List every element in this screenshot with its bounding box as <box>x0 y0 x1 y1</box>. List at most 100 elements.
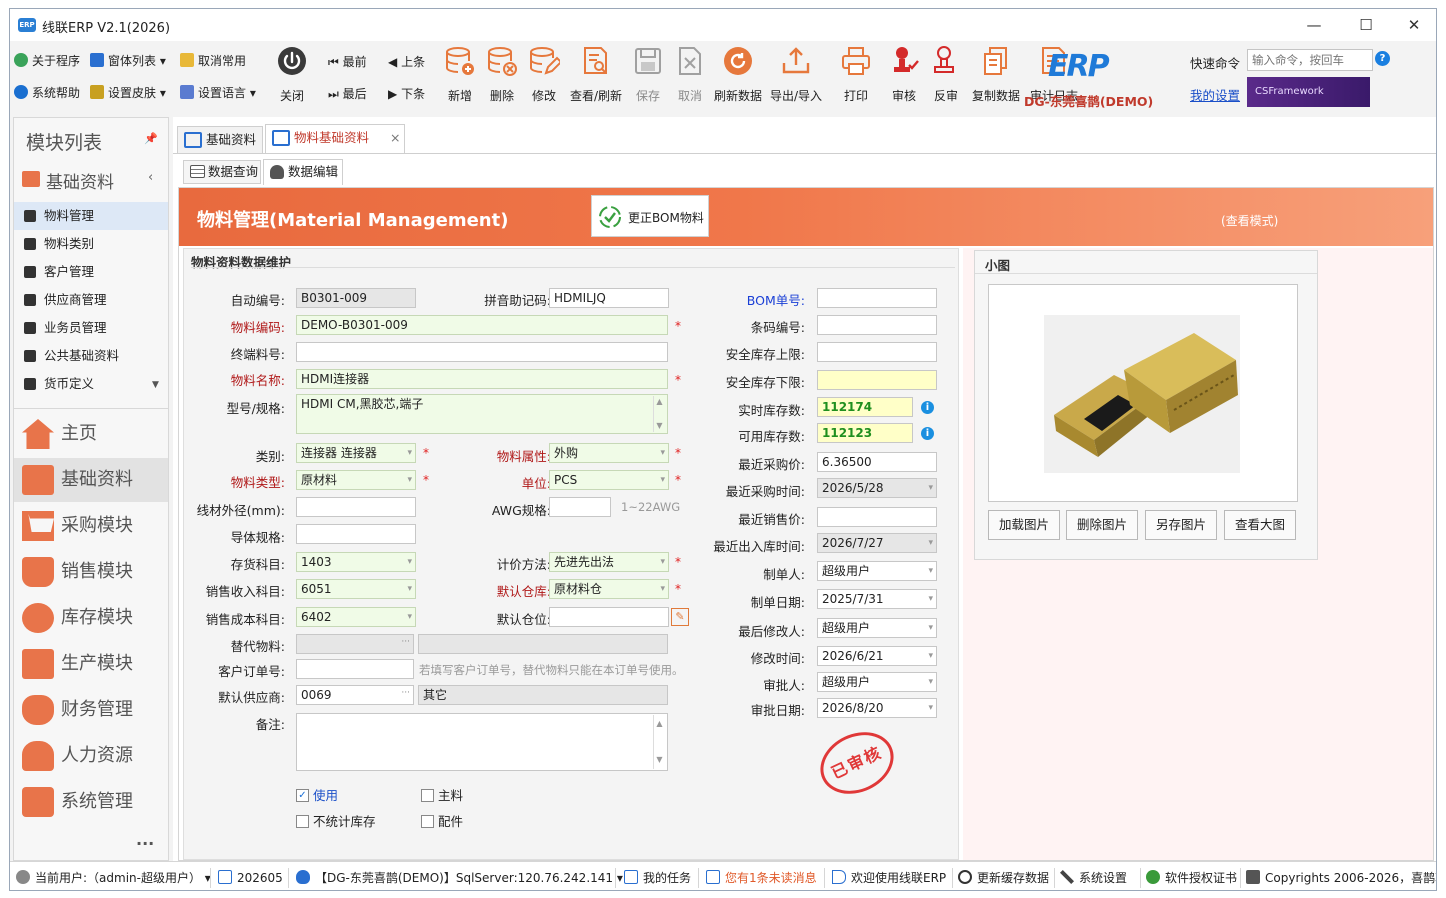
material-name-field[interactable]: HDMI连接器 <box>296 369 668 389</box>
bom-no-field[interactable] <box>817 288 937 308</box>
substitute-field[interactable] <box>296 634 414 654</box>
material-code-field[interactable]: DEMO-B0301-009 <box>296 315 668 335</box>
fix-bom-button[interactable]: 更正BOM物料 <box>591 195 709 237</box>
material-type-select[interactable]: 原材料 <box>296 470 416 490</box>
copy-data-button[interactable]: 复制数据 <box>972 45 1020 109</box>
default-warehouse-select[interactable]: 原材料仓 <box>549 579 669 599</box>
spec-scrollbar[interactable]: ▲ ▼ <box>653 396 665 432</box>
terminal-no-field[interactable] <box>296 342 668 362</box>
auto-no-field[interactable]: B0301-009 <box>296 288 416 308</box>
material-attr-select[interactable]: 外购 <box>549 443 669 463</box>
quick-command-input[interactable] <box>1247 49 1373 71</box>
prev-record-button[interactable]: ◀ 上条 <box>388 51 425 73</box>
sidebar-main-sales[interactable]: 销售模块 <box>14 550 168 594</box>
approve-date-field[interactable]: 2026/8/20 <box>817 698 937 718</box>
last-record-button[interactable]: ⏭ 最后 <box>328 83 367 105</box>
my-settings-link[interactable]: 我的设置 <box>1190 85 1240 104</box>
unit-select[interactable]: PCS <box>549 470 669 490</box>
tab-basic-data[interactable]: 基础资料 <box>177 126 263 154</box>
first-record-button[interactable]: ⏮ 最前 <box>328 51 367 73</box>
last-sale-price-field[interactable] <box>817 507 937 527</box>
creator-field[interactable]: 超级用户 <box>817 561 937 581</box>
sidebar-main-inventory[interactable]: 库存模块 <box>14 596 168 640</box>
sidebar-main-basic[interactable]: 基础资料 <box>14 458 168 502</box>
awg-field[interactable] <box>549 497 611 517</box>
close-window-button[interactable]: ✕ <box>1392 13 1436 37</box>
delete-image-button[interactable]: 删除图片 <box>1066 510 1138 540</box>
view-large-image-button[interactable]: 查看大图 <box>1224 510 1296 540</box>
system-settings-button[interactable]: 系统设置 <box>1060 869 1127 887</box>
tab-close-icon[interactable]: × <box>390 125 400 151</box>
last-purchase-time-field[interactable]: 2026/5/28 <box>817 478 937 498</box>
minimize-button[interactable]: — <box>1292 13 1336 37</box>
help-circle-icon[interactable]: ? <box>1375 51 1390 66</box>
tab-data-edit[interactable]: 数据编辑 <box>263 159 343 185</box>
sidebar-main-system[interactable]: 系统管理 <box>14 780 168 824</box>
available-stock-field[interactable]: 112123 <box>817 423 913 443</box>
main-material-checkbox[interactable]: 主料 <box>421 788 463 804</box>
sidebar-item-customer[interactable]: 客户管理 <box>14 258 168 286</box>
safe-stock-max-field[interactable] <box>817 342 937 362</box>
license-button[interactable]: 软件授权证书 <box>1146 869 1237 887</box>
sidebar-item-supplier[interactable]: 供应商管理 <box>14 286 168 314</box>
use-checkbox[interactable]: ✓ 使用 <box>296 788 338 804</box>
cancel-common-button[interactable]: 取消常用 <box>180 50 246 72</box>
sales-income-select[interactable]: 6051 <box>296 579 416 599</box>
refresh-data-button[interactable]: 刷新数据 <box>714 45 762 109</box>
last-io-time-field[interactable]: 2026/7/27 <box>817 533 937 553</box>
unread-messages[interactable]: 您有1条未读消息 <box>706 869 817 887</box>
default-supplier-field[interactable]: 0069 <box>296 685 414 705</box>
database-info[interactable]: 【DG-东莞喜鹊(DEMO)】SqlServer:120.76.242.141 … <box>296 869 623 887</box>
pricing-method-select[interactable]: 先进先出法 <box>549 552 669 572</box>
my-tasks[interactable]: 我的任务 <box>624 869 691 887</box>
more-options-icon[interactable]: ··· <box>136 834 154 853</box>
sidebar-main-home[interactable]: 主页 <box>14 412 168 456</box>
wire-diameter-field[interactable] <box>296 497 416 517</box>
info-icon[interactable]: i <box>921 401 934 414</box>
category-select[interactable]: 连接器 连接器 <box>296 443 416 463</box>
import-export-button[interactable]: 导出/导入 <box>770 45 822 109</box>
sidebar-main-purchase[interactable]: 采购模块 <box>14 504 168 548</box>
sidebar-main-production[interactable]: 生产模块 <box>14 642 168 686</box>
sidebar-item-salesman[interactable]: 业务员管理 <box>14 314 168 342</box>
load-image-button[interactable]: 加载图片 <box>988 510 1060 540</box>
approver-field[interactable]: 超级用户 <box>817 672 937 692</box>
remark-field[interactable] <box>296 713 668 771</box>
barcode-field[interactable] <box>817 315 937 335</box>
update-cache-button[interactable]: 更新缓存数据 <box>958 869 1049 887</box>
accessory-checkbox[interactable]: 配件 <box>421 814 463 830</box>
maximize-button[interactable]: ☐ <box>1344 13 1388 37</box>
info-icon[interactable]: i <box>921 427 934 440</box>
sidebar-main-finance[interactable]: 财务管理 <box>14 688 168 732</box>
sidebar-item-public-data[interactable]: 公共基础资料 <box>14 342 168 370</box>
language-button[interactable]: 设置语言 ▾ <box>180 82 256 104</box>
no-stock-checkbox[interactable]: 不统计库存 <box>296 814 376 830</box>
pinyin-field[interactable]: HDMILJQ <box>549 288 669 308</box>
save-image-as-button[interactable]: 另存图片 <box>1145 510 1217 540</box>
current-user[interactable]: 当前用户:（admin-超级用户） ▾ <box>16 869 211 887</box>
customer-order-field[interactable] <box>296 659 414 679</box>
edit-location-icon[interactable]: ✎ <box>671 608 689 626</box>
window-list-button[interactable]: 窗体列表 ▾ <box>90 50 166 72</box>
spec-field[interactable]: HDMI CM,黑胶芯,端子 <box>296 394 668 434</box>
next-record-button[interactable]: ▶ 下条 <box>388 83 425 105</box>
pin-icon[interactable]: 📌 <box>144 132 158 145</box>
modifier-field[interactable]: 超级用户 <box>817 618 937 638</box>
safe-stock-min-field[interactable] <box>817 370 937 390</box>
sidebar-main-hr[interactable]: 人力资源 <box>14 734 168 778</box>
default-location-field[interactable] <box>549 607 669 627</box>
tab-material-basic[interactable]: 物料基础资料 × <box>265 124 405 154</box>
conductor-field[interactable] <box>296 524 416 544</box>
scroll-down-icon[interactable]: ▼ <box>152 380 159 390</box>
sidebar-item-material-category[interactable]: 物料类别 <box>14 230 168 258</box>
about-button[interactable]: 关于程序 <box>14 50 80 72</box>
close-button[interactable]: 关闭 <box>268 45 316 109</box>
last-purchase-price-field[interactable]: 6.36500 <box>817 452 937 472</box>
sidebar-item-material[interactable]: 物料管理 <box>14 202 168 230</box>
tab-data-query[interactable]: 数据查询 <box>183 160 261 184</box>
help-button[interactable]: 系统帮助 <box>14 82 80 104</box>
current-period[interactable]: 202605 <box>218 869 283 887</box>
remark-scrollbar[interactable]: ▲ ▼ <box>653 715 665 769</box>
sidebar-item-currency[interactable]: 货币定义 <box>14 370 168 398</box>
modify-time-field[interactable]: 2026/6/21 <box>817 646 937 666</box>
